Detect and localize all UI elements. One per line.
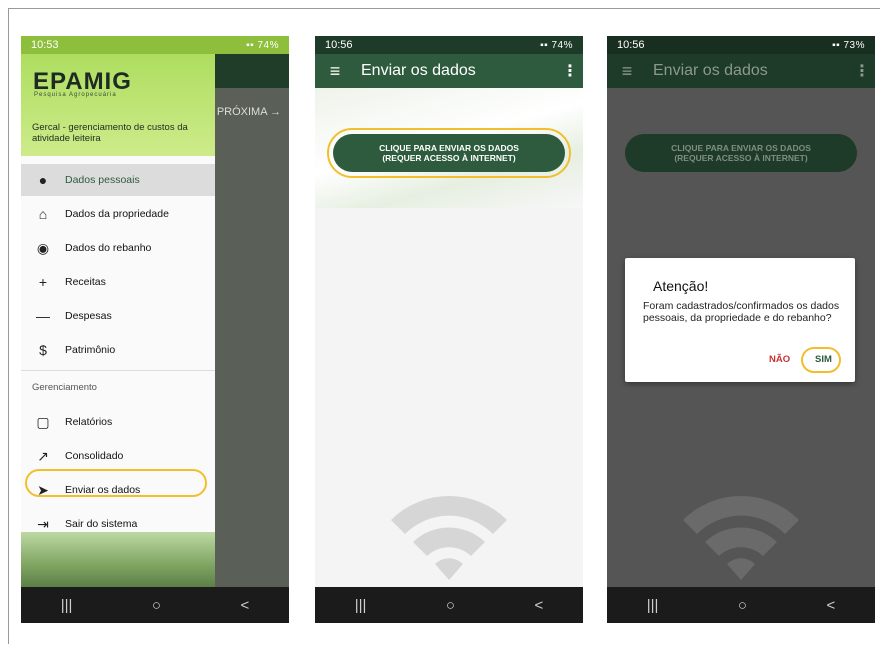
status-bar: 10:53 ▪▪ 74% bbox=[21, 36, 289, 54]
overflow-menu-icon[interactable]: ⋮ bbox=[557, 61, 583, 81]
menu-item-despesas[interactable]: — Despesas bbox=[21, 300, 215, 332]
app-description: Gercal - gerenciamento de custos da ativ… bbox=[32, 122, 188, 144]
highlight-send-button bbox=[327, 128, 571, 178]
status-bar: 10:56 ▪▪ 73% bbox=[607, 36, 875, 54]
navigation-drawer: EPAMIG Pesquisa Agropecuária Gercal - ge… bbox=[21, 36, 215, 587]
recent-apps-button[interactable]: ||| bbox=[61, 597, 73, 614]
home-button[interactable]: ○ bbox=[446, 597, 455, 614]
status-bar: 10:56 ▪▪ 74% bbox=[315, 36, 583, 54]
android-nav-bar: ||| ○ < bbox=[607, 587, 875, 623]
dollar-icon: $ bbox=[39, 342, 47, 358]
app-bar: ≡ Enviar os dados ⋮ bbox=[315, 54, 583, 88]
phone-confirm-screen: 10:56 ▪▪ 73% ≡ Enviar os dados ⋮ CLIQUE … bbox=[607, 36, 875, 623]
dialog-title: Atenção! bbox=[653, 278, 709, 294]
overflow-menu-icon[interactable]: ⋮ bbox=[849, 61, 875, 81]
phone-drawer-screen: PRÓXIMA → EPAMIG Pesquisa Agropecuária G… bbox=[21, 36, 289, 623]
screen-title: Enviar os dados bbox=[361, 62, 476, 79]
wifi-icon bbox=[683, 495, 799, 580]
person-icon: ● bbox=[38, 172, 48, 188]
dialog-message: Foram cadastrados/confirmados os dados p… bbox=[643, 300, 840, 324]
section-label-gerenciamento: Gerenciamento bbox=[32, 382, 97, 393]
home-button[interactable]: ○ bbox=[152, 597, 161, 614]
menu-item-dados-rebanho[interactable]: ◉ Dados do rebanho bbox=[21, 232, 215, 264]
menu-item-dados-pessoais[interactable]: ● Dados pessoais bbox=[21, 164, 215, 196]
wifi-icon bbox=[391, 495, 507, 580]
send-data-button[interactable]: CLIQUE PARA ENVIAR OS DADOS (REQUER ACES… bbox=[625, 134, 857, 172]
phone-send-screen: 10:56 ▪▪ 74% ≡ Enviar os dados ⋮ CLIQUE … bbox=[315, 36, 583, 623]
drawer-header: EPAMIG Pesquisa Agropecuária Gercal - ge… bbox=[21, 36, 215, 156]
trend-icon: ↗ bbox=[37, 447, 49, 464]
screen-title: Enviar os dados bbox=[653, 62, 768, 79]
plus-icon: + bbox=[38, 274, 48, 290]
app-bar: ≡ Enviar os dados ⋮ bbox=[607, 54, 875, 88]
hamburger-menu-icon[interactable]: ≡ bbox=[315, 61, 355, 82]
menu-divider bbox=[21, 370, 215, 371]
hamburger-menu-icon[interactable]: ≡ bbox=[607, 61, 647, 82]
clipboard-icon: ▢ bbox=[36, 413, 50, 430]
menu-item-dados-propriedade[interactable]: ⌂ Dados da propriedade bbox=[21, 198, 215, 230]
field-illustration bbox=[21, 532, 215, 587]
highlight-enviar-dados bbox=[25, 469, 207, 497]
home-icon: ⌂ bbox=[38, 206, 48, 222]
back-button[interactable]: < bbox=[826, 597, 835, 614]
logo-subtitle: Pesquisa Agropecuária bbox=[34, 92, 117, 98]
highlight-yes-button bbox=[801, 347, 841, 373]
herd-icon: ◉ bbox=[36, 239, 50, 256]
android-nav-bar: ||| ○ < bbox=[21, 587, 289, 623]
menu-item-consolidado[interactable]: ↗ Consolidado bbox=[21, 440, 215, 472]
minus-icon: — bbox=[36, 308, 50, 324]
recent-apps-button[interactable]: ||| bbox=[355, 597, 367, 614]
home-button[interactable]: ○ bbox=[738, 597, 747, 614]
back-button[interactable]: < bbox=[240, 597, 249, 614]
menu-item-relatorios[interactable]: ▢ Relatórios bbox=[21, 406, 215, 438]
back-button[interactable]: < bbox=[534, 597, 543, 614]
menu-item-receitas[interactable]: + Receitas bbox=[21, 266, 215, 298]
android-nav-bar: ||| ○ < bbox=[315, 587, 583, 623]
recent-apps-button[interactable]: ||| bbox=[647, 597, 659, 614]
menu-item-patrimonio[interactable]: $ Patrimônio bbox=[21, 334, 215, 366]
exit-icon: ⇥ bbox=[37, 515, 49, 532]
no-button[interactable]: NÃO bbox=[769, 354, 790, 365]
next-label: PRÓXIMA → bbox=[216, 106, 281, 118]
